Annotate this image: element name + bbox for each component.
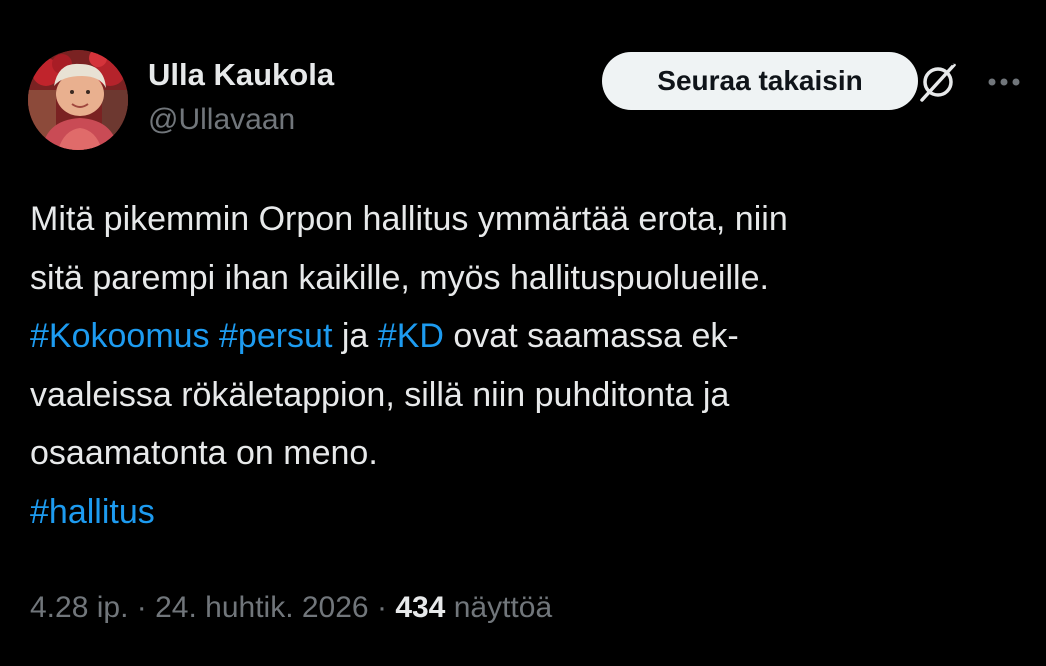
avatar[interactable] [28, 50, 128, 150]
tweet-word: ja [341, 317, 369, 355]
tweet-line: #Kokoomus #persut ja #KD ovat saamassa e… [30, 307, 1020, 366]
tweet-time[interactable]: 4.28 ip. [30, 591, 128, 624]
author-display-name[interactable]: Ulla Kaukola [148, 56, 334, 94]
tweet-date[interactable]: 24. huhtik. 2026 [155, 591, 369, 624]
tweet-line: vaaleissa rökäletappion, sillä niin puhd… [30, 375, 730, 414]
hashtag-link[interactable]: #Kokoomus [30, 317, 210, 355]
tweet-line: Mitä pikemmin Orpon hallitus ymmärtää er… [30, 200, 788, 238]
avatar-image [28, 50, 128, 150]
tweet-line: #hallitus [30, 483, 1020, 542]
grok-icon[interactable] [916, 60, 960, 104]
hashtag-link[interactable]: #KD [378, 317, 444, 355]
views-label: näyttöä [453, 591, 553, 624]
tweet-card: Ulla Kaukola @Ullavaan Seuraa takaisin M… [0, 0, 1046, 666]
meta-separator: · [136, 591, 147, 624]
tweet-text: Mitä pikemmin Orpon hallitus ymmärtää er… [30, 190, 1020, 541]
tweet-text-segment: ovat saamassa ek- [453, 317, 739, 355]
hashtag-link[interactable]: #hallitus [30, 493, 155, 531]
meta-separator: · [376, 591, 387, 624]
views-count[interactable]: 434 [395, 591, 445, 624]
author-handle[interactable]: @Ullavaan [148, 100, 334, 140]
tweet-meta: 4.28 ip. · 24. huhtik. 2026 · 434 näyttö… [30, 588, 552, 628]
hashtag-link[interactable]: #persut [219, 317, 332, 355]
follow-back-button[interactable]: Seuraa takaisin [602, 52, 918, 110]
tweet-header: Ulla Kaukola @Ullavaan Seuraa takaisin [28, 50, 1026, 150]
more-horizontal-icon[interactable] [984, 68, 1032, 96]
tweet-line: sitä parempi ihan kaikille, myös hallitu… [30, 258, 769, 297]
author-names: Ulla Kaukola @Ullavaan [148, 56, 334, 140]
tweet-line: osaamatonta on meno. [30, 434, 378, 472]
